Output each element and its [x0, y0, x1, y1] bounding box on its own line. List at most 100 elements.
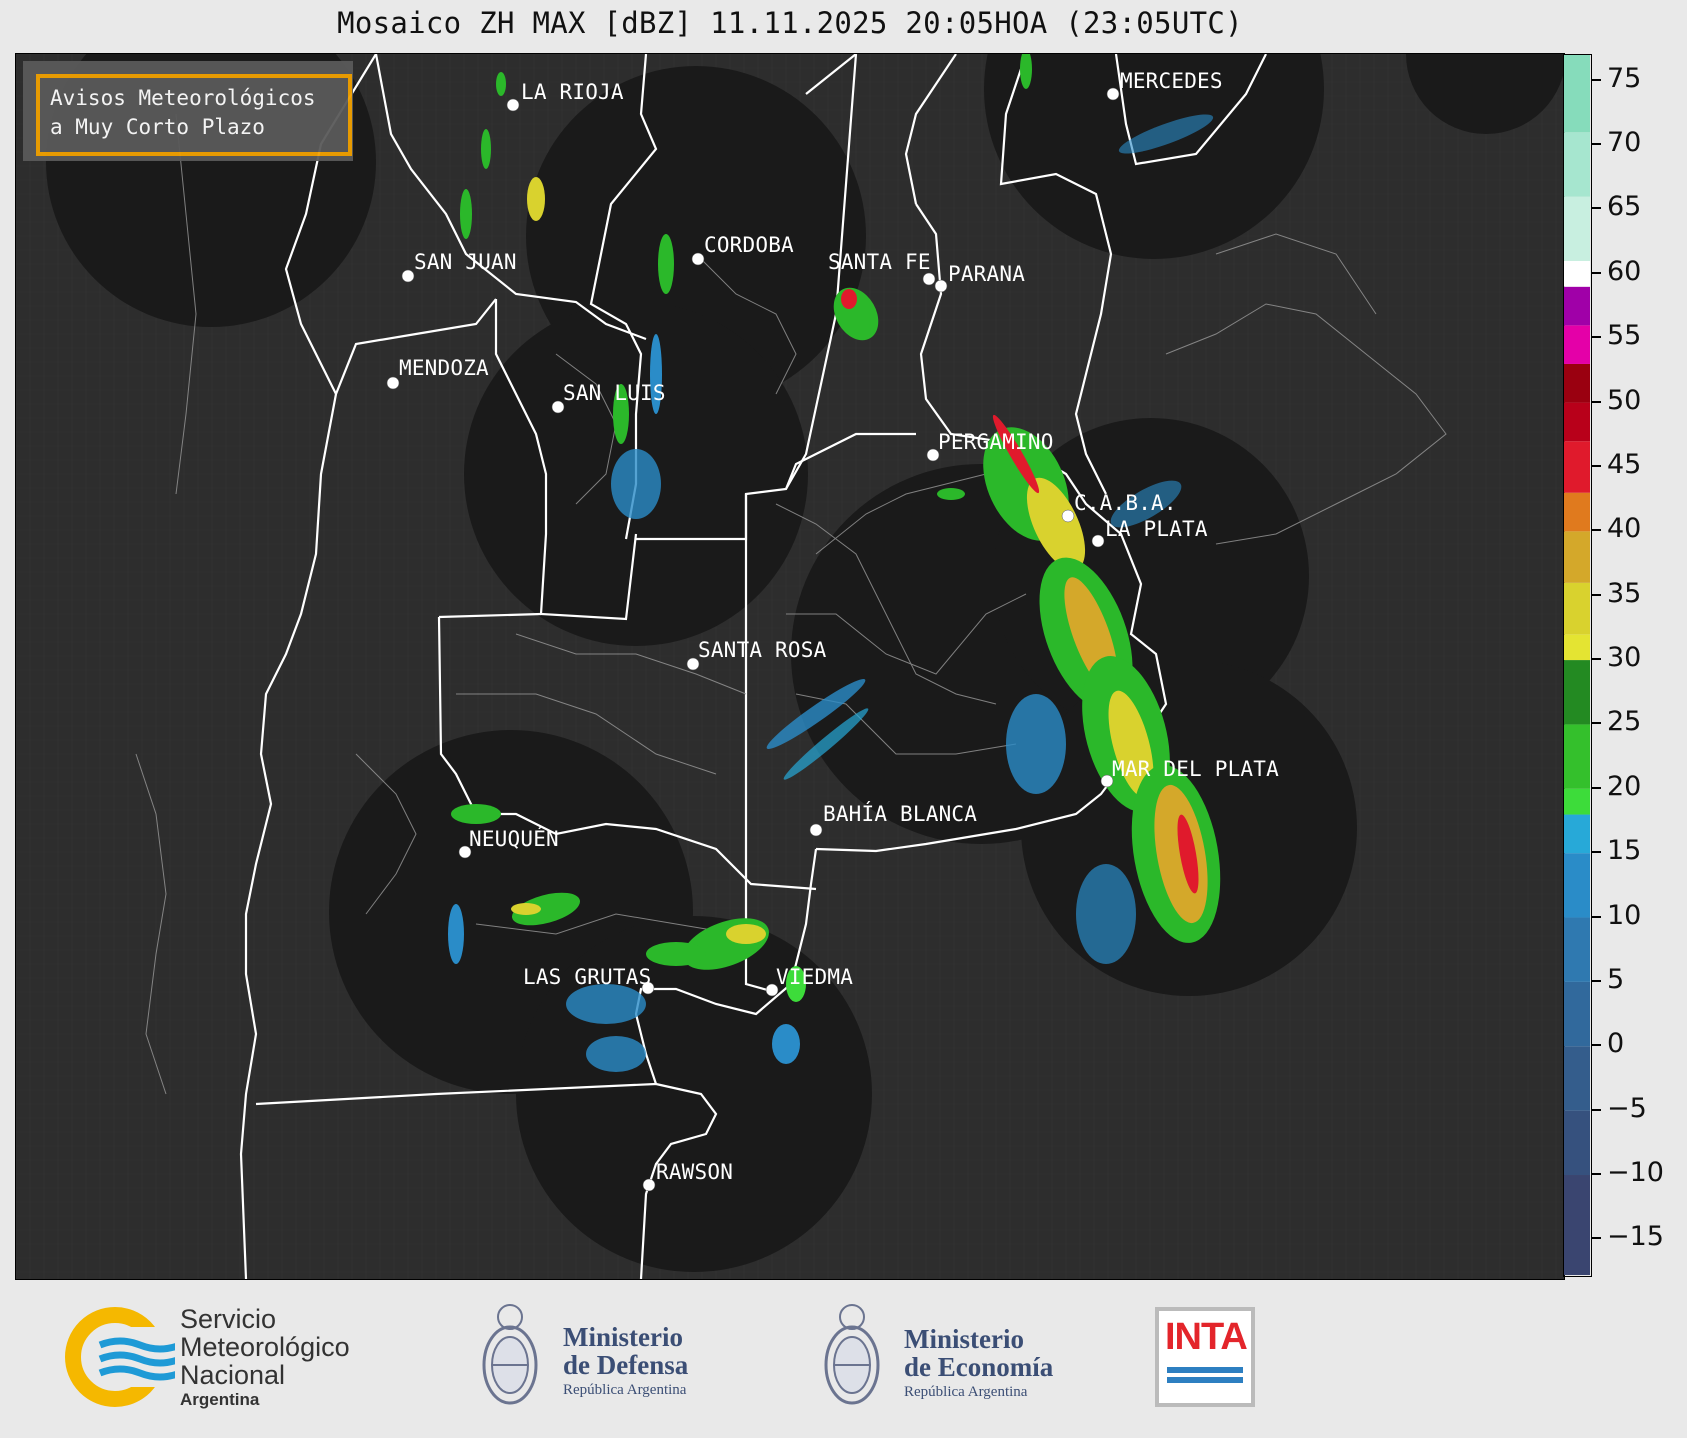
economia-shield-icon	[824, 1304, 880, 1405]
smn-line1: Servicio	[180, 1304, 277, 1334]
defensa-line1: Ministerio	[563, 1322, 683, 1352]
echo-cell	[496, 72, 506, 96]
colorbar-tick	[1592, 851, 1601, 854]
colorbar-tick-label: 25	[1607, 706, 1642, 738]
echo-cell	[566, 984, 646, 1024]
defensa-line2: de Defensa	[563, 1350, 689, 1380]
echo-cell	[611, 449, 661, 519]
city-label-caba: C.A.B.A.	[1074, 491, 1177, 515]
colorbar-tick	[1592, 658, 1601, 661]
smn-line2: Meteorológico	[180, 1332, 350, 1362]
city-marker-dot	[401, 269, 415, 283]
colorbar-tick	[1592, 593, 1601, 596]
colorbar-tick	[1592, 271, 1601, 274]
economia-logo-text: Ministerio de Economía República Argenti…	[904, 1325, 1053, 1403]
colorbar-tick	[1592, 722, 1601, 725]
colorbar-segment	[1564, 325, 1590, 364]
smn-line4: Argentina	[180, 1390, 260, 1409]
city-label-mercedes: MERCEDES	[1120, 69, 1223, 93]
city-marker-dot	[506, 98, 520, 112]
colorbar-tick-label: 70	[1607, 127, 1642, 159]
city-label-cordoba: CORDOBA	[704, 233, 794, 257]
echo-cell	[451, 804, 501, 824]
city-marker-dot	[934, 279, 948, 293]
echo-cell	[481, 129, 491, 169]
colorbar-segment	[1564, 55, 1590, 133]
city-marker-dot	[386, 376, 400, 390]
colorbar-segment	[1564, 814, 1590, 854]
colorbar-tick	[1592, 1044, 1601, 1047]
colorbar-segment	[1564, 260, 1590, 287]
inta-stripe	[1167, 1367, 1243, 1373]
colorbar-segment	[1564, 1175, 1590, 1278]
colorbar-segment	[1564, 132, 1590, 197]
avisos-badge[interactable]: Avisos Meteorológicos a Muy Corto Plazo	[36, 74, 352, 156]
echo-cell	[1006, 694, 1066, 794]
defensa-shield-icon	[482, 1304, 538, 1405]
avisos-panel: Avisos Meteorológicos a Muy Corto Plazo	[23, 61, 353, 161]
echo-cell	[448, 904, 464, 964]
colorbar-segment	[1564, 492, 1590, 532]
city-marker-dot	[809, 823, 823, 837]
colorbar-segment	[1564, 660, 1590, 725]
dept-line	[135, 753, 167, 1095]
colorbar-tick	[1592, 78, 1601, 81]
colorbar-gradient	[1564, 55, 1590, 1278]
city-marker-dot	[1061, 509, 1075, 523]
echo-cell	[937, 488, 965, 500]
echo-cell	[772, 1024, 800, 1064]
colorbar-segment	[1564, 196, 1590, 261]
inta-stripe	[1167, 1377, 1243, 1383]
colorbar-segment	[1564, 1046, 1590, 1111]
colorbar-tick-label: 30	[1607, 642, 1642, 674]
city-marker-dot	[922, 272, 936, 286]
radar-coverage	[46, 54, 1564, 1272]
colorbar-segment	[1564, 402, 1590, 442]
echo-cell	[511, 903, 541, 915]
city-label-la-plata: LA PLATA	[1105, 517, 1208, 541]
dept-line	[1215, 233, 1377, 315]
colorbar-tick-label: 35	[1607, 577, 1642, 609]
city-label-santa-fe: SANTA FE	[828, 250, 931, 274]
economia-line3: República Argentina	[904, 1384, 1028, 1400]
colorbar-tick	[1592, 979, 1601, 982]
city-label-san-juan: SAN JUAN	[414, 250, 517, 274]
colorbar-tick-label: 0	[1607, 1028, 1625, 1060]
city-label-mendoza: MENDOZA	[399, 356, 489, 380]
colorbar-segment	[1564, 582, 1590, 635]
city-marker-dot	[691, 252, 705, 266]
city-label-neuquen: NEUQUÉN	[469, 827, 559, 851]
colorbar-tick-label: 15	[1607, 835, 1642, 867]
colorbar-tick-label: −10	[1607, 1157, 1664, 1188]
colorbar-segment	[1564, 363, 1590, 403]
colorbar-tick	[1592, 915, 1601, 918]
colorbar-tick-label: 40	[1607, 513, 1642, 545]
colorbar-segment	[1564, 441, 1590, 493]
colorbar-tick	[1592, 786, 1601, 789]
colorbar-segment	[1564, 634, 1590, 661]
echo-cell	[527, 177, 545, 221]
map-title: Mosaico ZH MAX [dBZ] 11.11.2025 20:05HOA…	[337, 6, 1243, 40]
avisos-line2: a Muy Corto Plazo	[50, 115, 265, 139]
colorbar-segment	[1564, 788, 1590, 815]
colorbar-tick-label: 5	[1607, 963, 1625, 995]
city-label-rawson: RAWSON	[656, 1160, 734, 1184]
colorbar-segment	[1564, 981, 1590, 1047]
colorbar-tick	[1592, 143, 1601, 146]
inta-logo-text: INTA	[1165, 1316, 1248, 1358]
colorbar-segment	[1564, 853, 1590, 918]
colorbar-tick-label: 55	[1607, 320, 1642, 352]
city-label-pergamino: PERGAMINO	[938, 430, 1054, 454]
colorbar-tick	[1592, 464, 1601, 467]
echo-cell	[726, 924, 766, 944]
city-marker-dot	[1106, 87, 1120, 101]
city-label-las-grutas: LAS GRUTAS	[523, 965, 652, 989]
logo-footer: Servicio Meteorológico Nacional Argentin…	[0, 1285, 1687, 1438]
smn-logo-icon	[65, 1307, 175, 1407]
avisos-line1: Avisos Meteorológicos	[50, 86, 316, 110]
colorbar-tick-label: 65	[1607, 191, 1642, 223]
radar-map[interactable]: Avisos Meteorológicos a Muy Corto Plazo …	[15, 53, 1565, 1280]
city-label-santa-rosa: SANTA ROSA	[698, 638, 827, 662]
echo-cell	[841, 289, 857, 309]
echo-cell	[658, 234, 674, 294]
